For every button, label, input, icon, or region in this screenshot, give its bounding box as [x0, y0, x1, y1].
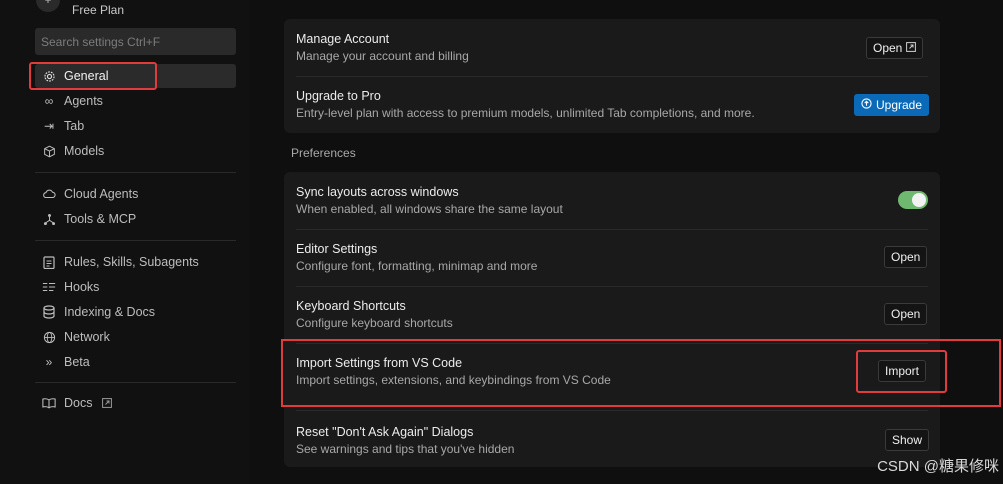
database-icon	[42, 305, 56, 319]
keyboard-shortcuts-open-button[interactable]: Open	[884, 303, 928, 325]
row-title: Sync layouts across windows	[296, 185, 459, 199]
account-header: + Free Plan	[36, 0, 125, 17]
sidebar-item-beta[interactable]: » Beta	[35, 350, 236, 374]
external-link-icon	[906, 41, 917, 55]
reset-dialogs-show-button[interactable]: Show	[885, 429, 930, 451]
sidebar-divider	[35, 382, 236, 383]
globe-icon	[42, 330, 56, 344]
row-description: Entry-level plan with access to premium …	[296, 106, 755, 120]
sidebar-item-cloud-agents[interactable]: Cloud Agents	[35, 182, 236, 206]
cloud-icon	[42, 187, 56, 201]
upgrade-row: Upgrade to Pro Entry-level plan with acc…	[284, 76, 940, 133]
row-title: Reset "Don't Ask Again" Dialogs	[296, 425, 474, 439]
plan-label: Free Plan	[72, 3, 125, 17]
button-label: Upgrade	[876, 98, 923, 112]
sidebar-item-label: Tab	[64, 119, 85, 133]
upgrade-button[interactable]: Upgrade	[854, 94, 930, 116]
button-label: Open	[891, 307, 921, 321]
book-icon	[42, 396, 56, 410]
sidebar-item-indexing-docs[interactable]: Indexing & Docs	[35, 300, 236, 324]
row-description: When enabled, all windows share the same…	[296, 202, 563, 216]
cube-icon	[42, 144, 56, 158]
sidebar-item-agents[interactable]: ∞ Agents	[35, 89, 236, 113]
editor-settings-row: Editor Settings Configure font, formatti…	[284, 229, 940, 286]
sidebar-item-label: Cloud Agents	[64, 187, 139, 201]
infinity-icon: ∞	[44, 94, 54, 108]
sidebar: + Free Plan General ∞ Agents ⇥ Tab Model…	[0, 0, 250, 484]
avatar[interactable]: +	[36, 0, 60, 12]
row-title: Editor Settings	[296, 242, 378, 256]
highlight-box-import-button	[856, 350, 947, 393]
manage-account-open-button[interactable]: Open	[866, 37, 924, 59]
keyboard-shortcuts-row: Keyboard Shortcuts Configure keyboard sh…	[284, 286, 940, 343]
nodes-icon	[42, 212, 56, 226]
highlight-box-general	[29, 62, 157, 90]
sidebar-item-label: Docs	[64, 396, 93, 410]
sidebar-divider	[35, 240, 236, 241]
sidebar-item-label: Indexing & Docs	[64, 305, 156, 319]
sidebar-item-label: Hooks	[64, 280, 100, 294]
sidebar-item-label: Agents	[64, 94, 103, 108]
sync-layouts-row: Sync layouts across windows When enabled…	[284, 172, 940, 229]
sidebar-item-label: Beta	[64, 355, 90, 369]
toggle-knob	[912, 193, 926, 207]
row-description: See warnings and tips that you've hidden	[296, 442, 515, 456]
sidebar-item-models[interactable]: Models	[35, 139, 236, 163]
watermark: CSDN @糖果修咪	[877, 458, 999, 475]
row-title: Upgrade to Pro	[296, 89, 381, 103]
main-content: Manage Account Manage your account and b…	[250, 0, 1003, 484]
row-description: Configure font, formatting, minimap and …	[296, 259, 538, 273]
hooks-icon	[42, 280, 56, 294]
sidebar-item-label: Network	[64, 330, 110, 344]
row-title: Manage Account	[296, 32, 390, 46]
sidebar-item-network[interactable]: Network	[35, 325, 236, 349]
chevrons-right-icon: »	[45, 355, 53, 369]
row-description: Manage your account and billing	[296, 49, 469, 63]
sidebar-divider	[35, 172, 236, 173]
sidebar-item-docs[interactable]: Docs	[35, 391, 236, 415]
button-label: Open	[873, 41, 903, 55]
button-label: Show	[892, 433, 923, 447]
row-title: Keyboard Shortcuts	[296, 299, 406, 313]
manage-account-row: Manage Account Manage your account and b…	[284, 19, 940, 76]
external-link-icon	[100, 396, 114, 410]
row-divider	[296, 410, 928, 411]
sync-layouts-toggle[interactable]	[898, 191, 928, 209]
tab-arrow-icon: ⇥	[43, 119, 55, 133]
reset-dialogs-row: Reset "Don't Ask Again" Dialogs See warn…	[284, 412, 940, 469]
sidebar-item-label: Rules, Skills, Subagents	[64, 255, 199, 269]
button-label: Open	[891, 250, 921, 264]
search-input[interactable]	[35, 28, 236, 55]
editor-settings-open-button[interactable]: Open	[884, 246, 928, 268]
arrow-up-circle-icon	[861, 98, 872, 112]
account-card: Manage Account Manage your account and b…	[284, 19, 940, 133]
sidebar-item-label: Tools & MCP	[64, 212, 137, 226]
clipboard-icon	[42, 255, 56, 269]
sidebar-item-tab[interactable]: ⇥ Tab	[35, 114, 236, 138]
sidebar-item-label: Models	[64, 144, 105, 158]
row-description: Configure keyboard shortcuts	[296, 316, 453, 330]
sidebar-item-tools-mcp[interactable]: Tools & MCP	[35, 207, 236, 231]
sidebar-item-rules[interactable]: Rules, Skills, Subagents	[35, 250, 236, 274]
preferences-card: Sync layouts across windows When enabled…	[284, 172, 940, 467]
sidebar-item-hooks[interactable]: Hooks	[35, 275, 236, 299]
preferences-section-label: Preferences	[291, 146, 356, 160]
